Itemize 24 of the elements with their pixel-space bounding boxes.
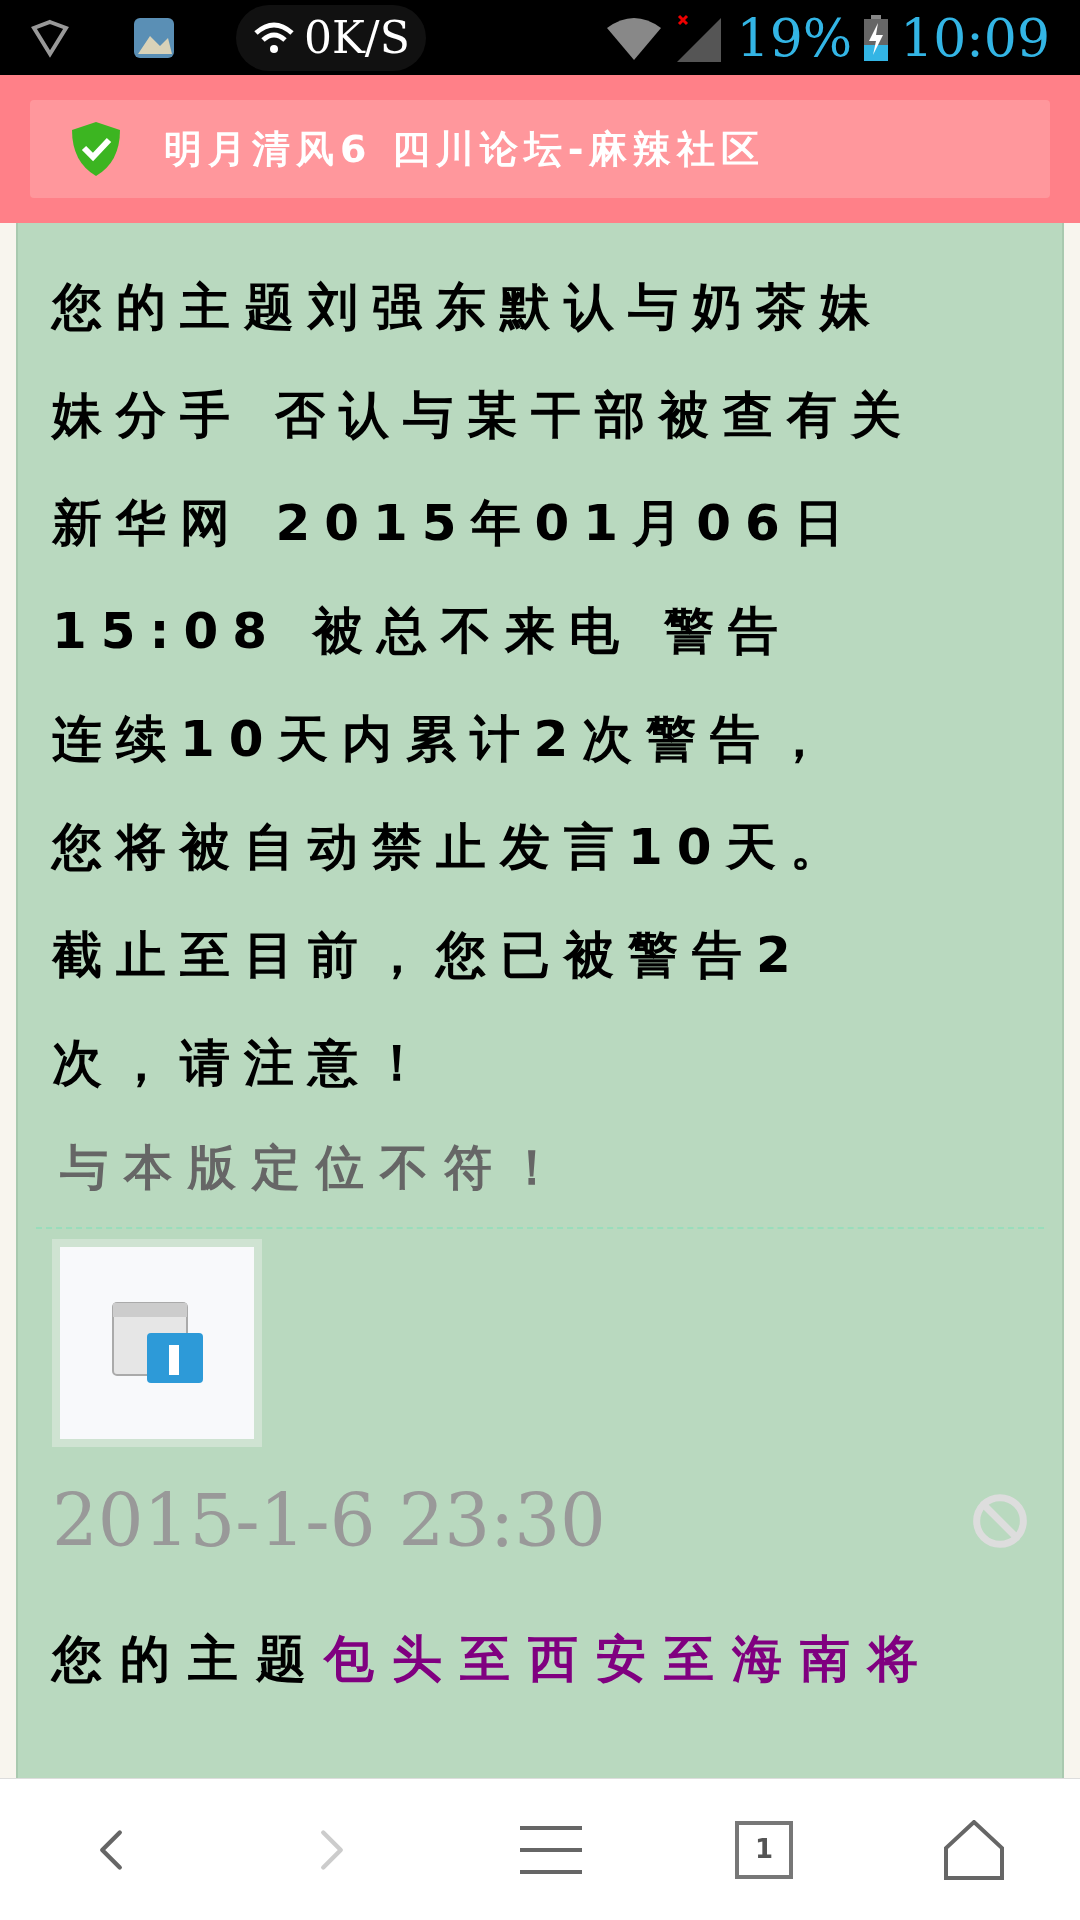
warning-text: 连续10天内累计2次警告， [52,709,840,770]
shield-icon [30,17,70,58]
page-title: 明月清风6 四川论坛-麻辣社区 [164,125,766,173]
tabs-button[interactable]: 1 [735,1820,794,1879]
warning-text: 妹分手 否认与某干部被查有关 [52,385,917,446]
clock: 10:09 [900,6,1050,70]
wifi-icon [252,20,296,55]
post-date: 2015-1-6 23:30 [52,1478,606,1565]
gallery-icon [132,15,176,60]
post-text: 您的主题 包头至西安至海南将 [52,1629,937,1690]
battery-percent: 19% [736,6,853,70]
warning-text: 15:08 被总不来电 警告 [52,601,793,662]
warning-reason: 与本版定位不符！ [59,1138,573,1197]
warning-text: 您的主题刘强东默认与奶茶妹 [52,277,885,338]
battery-charging-icon [864,14,889,61]
wifi-icon [604,15,663,60]
shield-check-icon [70,120,122,178]
warning-text: 您将被自动禁止发言10天。 [52,817,855,878]
warning-text: 新华网 2015年01月06日 [52,493,859,554]
home-icon[interactable] [944,1819,1005,1880]
menu-icon[interactable] [517,1823,584,1876]
warning-text: 次，请注意！ [52,1033,437,1094]
warning-text: 截止至目前，您已被警告2 [52,925,806,986]
network-speed: 0K/S [304,10,410,65]
